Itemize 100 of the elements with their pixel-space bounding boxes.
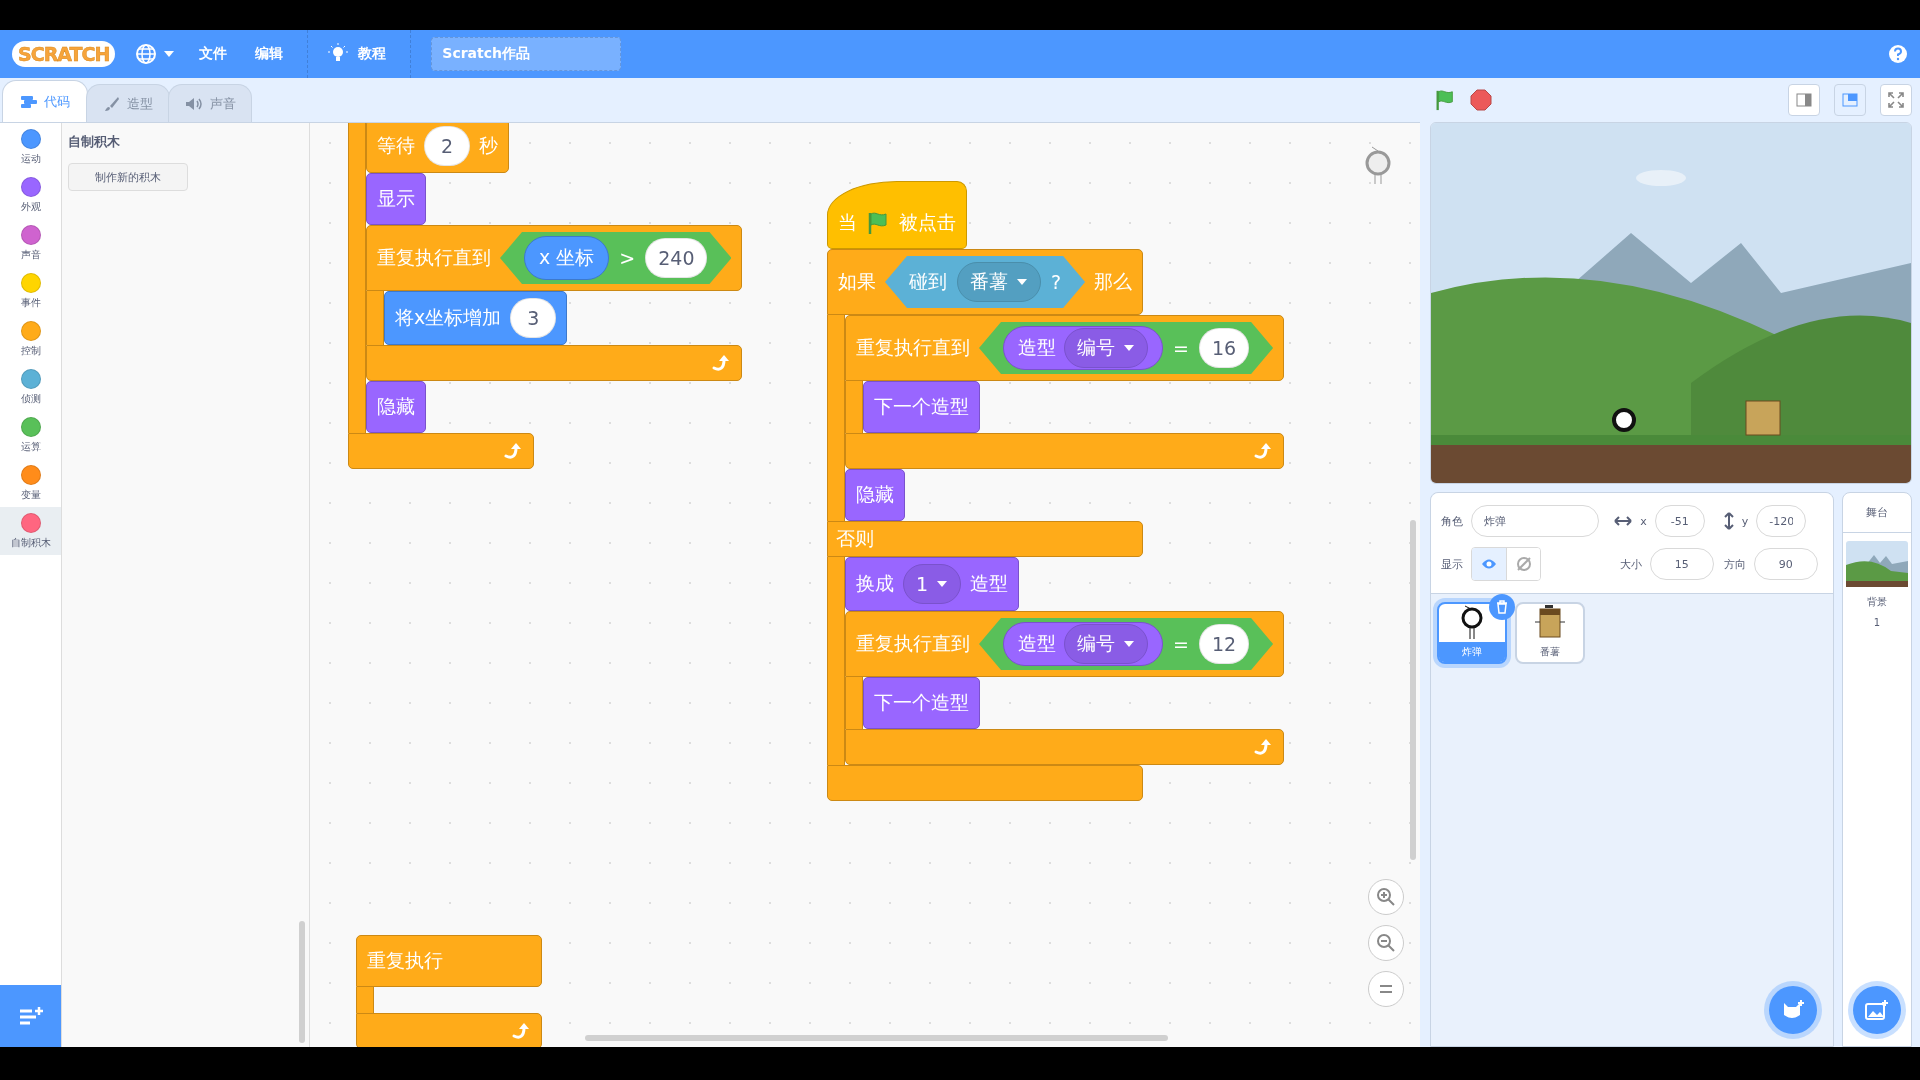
zoom-in-button[interactable] xyxy=(1368,879,1404,915)
field-label: 显示 xyxy=(1441,556,1463,572)
caret-icon xyxy=(1123,640,1135,648)
loop-arrow-icon xyxy=(503,441,523,461)
reporter-block[interactable]: 造型 编号 xyxy=(1003,326,1163,370)
number-input[interactable]: 16 xyxy=(1198,328,1250,368)
hide-button[interactable] xyxy=(1506,548,1540,580)
trash-icon xyxy=(1496,600,1508,614)
category-item[interactable]: 事件 xyxy=(0,267,61,315)
block-header[interactable]: 重复执行直到 x 坐标 > 240 xyxy=(366,225,743,291)
loop-arrow-icon xyxy=(511,1021,531,1041)
dropdown-menu[interactable]: 1 xyxy=(903,564,962,604)
speaker-icon xyxy=(184,96,203,111)
block-header[interactable]: 重复执行直到 造型 编号 = 16 xyxy=(845,315,1285,381)
category-item[interactable]: 运算 xyxy=(0,411,61,459)
sprite-tile[interactable]: 番薯 xyxy=(1515,602,1585,664)
code-block[interactable]: 下一个造型 xyxy=(863,677,980,729)
block-label: 如果 xyxy=(838,269,876,294)
scrollbar[interactable] xyxy=(585,1035,1168,1041)
block-label: 重复执行 xyxy=(367,948,443,973)
small-stage-button[interactable] xyxy=(1788,84,1820,116)
zoom-out-button[interactable] xyxy=(1368,925,1404,961)
flag-icon xyxy=(1434,89,1456,111)
sprite-name: 炸弹 xyxy=(1439,642,1505,662)
show-button[interactable] xyxy=(1472,548,1506,580)
zoom-reset-button[interactable] xyxy=(1368,971,1404,1007)
block-label: 被点击 xyxy=(899,210,956,235)
block-label: 隐藏 xyxy=(856,482,894,507)
category-item[interactable]: 侦测 xyxy=(0,363,61,411)
code-block[interactable]: 显示 xyxy=(366,173,426,225)
number-input[interactable]: 12 xyxy=(1198,624,1250,664)
eye-icon xyxy=(1481,558,1497,570)
sprite-name-field[interactable]: 炸弹 xyxy=(1471,505,1599,537)
loop-arrow-icon xyxy=(1253,441,1274,461)
code-block[interactable]: 隐藏 xyxy=(845,469,905,521)
layout-icon xyxy=(1842,93,1858,107)
add-backdrop-button[interactable] xyxy=(1853,986,1901,1034)
block-label: 造型 xyxy=(1018,631,1056,656)
category-item[interactable]: 变量 xyxy=(0,459,61,507)
caret-icon xyxy=(936,580,949,588)
make-block-button[interactable]: 制作新的积木 xyxy=(68,163,188,191)
large-stage-button[interactable] xyxy=(1834,84,1866,116)
palette-heading: 自制积木 xyxy=(68,133,121,151)
code-block[interactable]: 换成 1 造型 xyxy=(845,557,1020,611)
block-label: x 坐标 xyxy=(539,245,595,270)
stop-icon[interactable] xyxy=(1470,89,1492,111)
direction-field[interactable]: 90 xyxy=(1753,548,1818,580)
reporter-block[interactable]: 造型 编号 xyxy=(1003,622,1163,666)
else-label: 否则 xyxy=(827,521,1144,557)
field-label: 角色 xyxy=(1441,513,1463,529)
block-label: 碰到 xyxy=(909,269,947,294)
add-extension-button[interactable] xyxy=(0,985,61,1047)
delete-button[interactable] xyxy=(1489,594,1515,620)
equals-icon xyxy=(1379,984,1393,994)
block-label: 当 xyxy=(838,210,857,235)
code-block[interactable]: 隐藏 xyxy=(366,381,426,433)
horizontal-arrow-icon xyxy=(1614,516,1633,526)
code-block[interactable]: 将x坐标增加 3 xyxy=(384,291,568,345)
x-field[interactable]: -51 xyxy=(1654,505,1705,537)
category-item[interactable]: 运动 xyxy=(0,123,61,171)
boolean-block[interactable]: 造型 编号 = 12 xyxy=(979,618,1274,670)
number-input[interactable]: 2 xyxy=(424,126,470,166)
size-field[interactable]: 15 xyxy=(1649,548,1714,580)
block-label: 重复执行直到 xyxy=(856,335,970,360)
brush-icon xyxy=(103,95,120,112)
code-icon xyxy=(20,95,37,108)
category-item[interactable]: 声音 xyxy=(0,219,61,267)
number-input[interactable]: 3 xyxy=(510,298,557,338)
number-input[interactable]: 240 xyxy=(645,238,708,278)
stage-title: 舞台 xyxy=(1843,493,1911,533)
scrollbar[interactable] xyxy=(1410,520,1416,860)
boolean-block[interactable]: x 坐标 > 240 xyxy=(500,232,732,284)
field-label: 方向 xyxy=(1723,556,1746,572)
block-label: 造型 xyxy=(1018,335,1056,360)
block-label: 造型 xyxy=(970,571,1009,596)
block-label: 换成 xyxy=(856,571,894,596)
add-sprite-button[interactable] xyxy=(1769,986,1817,1034)
code-block[interactable]: 下一个造型 xyxy=(863,381,980,433)
sprite-name: 番薯 xyxy=(1539,645,1561,659)
block-header[interactable]: 重复执行直到 造型 编号 = 12 xyxy=(845,611,1285,677)
fullscreen-button[interactable] xyxy=(1880,84,1912,116)
block-label: 重复执行直到 xyxy=(377,245,491,270)
code-block[interactable]: 等待 2 秒 xyxy=(366,123,509,173)
block-label: = xyxy=(1173,633,1189,655)
category-item[interactable]: 自制积木 xyxy=(0,507,61,555)
block-label: ? xyxy=(1051,271,1062,293)
language-menu[interactable] xyxy=(135,43,176,65)
block-label: 下一个造型 xyxy=(874,690,969,715)
category-item[interactable]: 控制 xyxy=(0,315,61,363)
scrollbar[interactable] xyxy=(299,921,305,1043)
boolean-block[interactable]: 造型 编号 = 16 xyxy=(979,322,1274,374)
dropdown-menu[interactable]: 编号 xyxy=(1064,624,1148,664)
category-item[interactable]: 外观 xyxy=(0,171,61,219)
help-icon[interactable] xyxy=(1888,44,1908,64)
y-field[interactable]: -120 xyxy=(1756,505,1807,537)
dropdown-menu[interactable]: 编号 xyxy=(1064,328,1148,368)
field-label: y xyxy=(1741,514,1749,528)
vertical-arrow-icon xyxy=(1723,512,1734,530)
field-label: 大小 xyxy=(1619,556,1642,572)
block-label: 下一个造型 xyxy=(874,394,969,419)
